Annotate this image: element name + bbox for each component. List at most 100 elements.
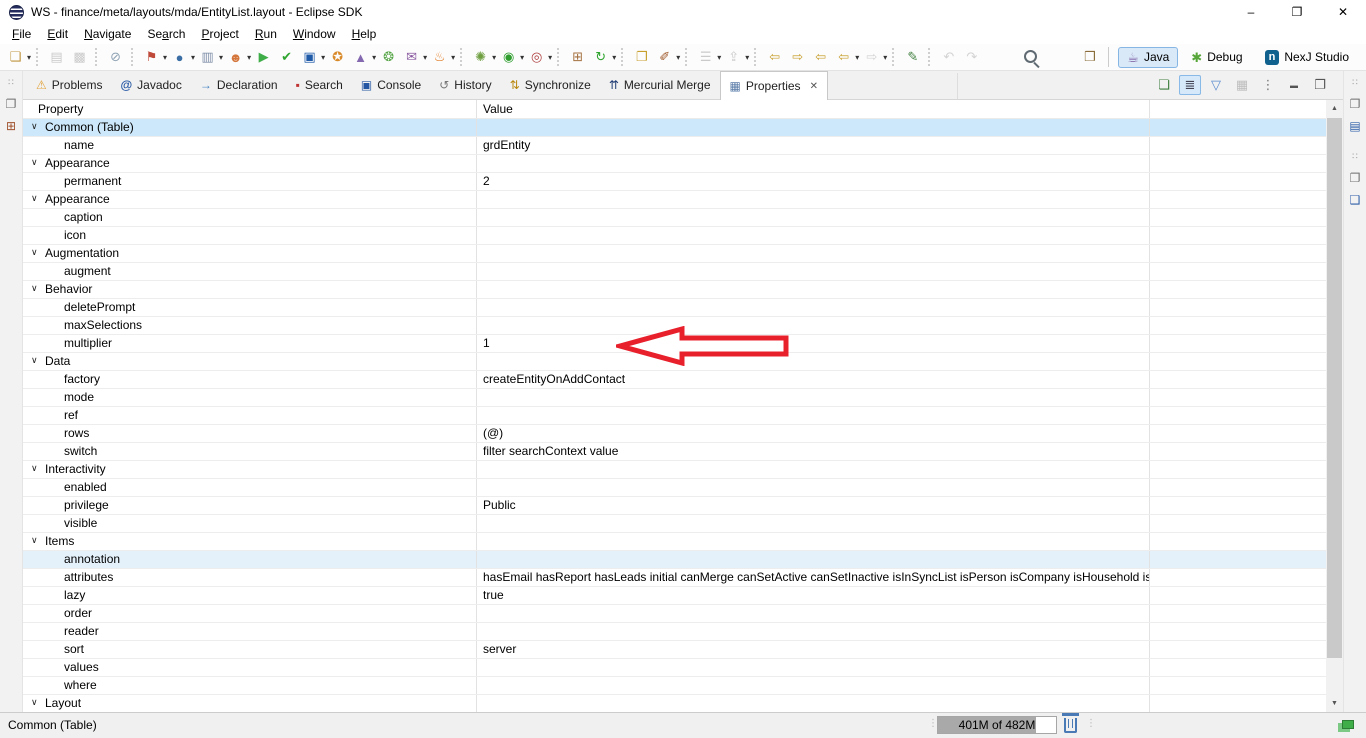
table-row[interactable]: reader: [23, 623, 1326, 641]
table-row[interactable]: augment: [23, 263, 1326, 281]
back-icon[interactable]: ⇦: [833, 47, 854, 68]
tree-mode-icon[interactable]: ≣: [1179, 75, 1201, 95]
drag-handle-icon[interactable]: ∷: [2, 73, 20, 91]
dropdown-arrow-icon[interactable]: ▾: [492, 53, 496, 62]
dropdown-arrow-icon[interactable]: ▾: [27, 53, 31, 62]
tab-close-icon[interactable]: ✕: [810, 81, 818, 92]
annotate-icon[interactable]: ✐: [654, 47, 675, 68]
chevron-expanded-icon[interactable]: [31, 155, 45, 171]
table-row[interactable]: icon: [23, 227, 1326, 245]
value-cell[interactable]: [477, 227, 1150, 244]
chevron-expanded-icon[interactable]: [31, 281, 45, 297]
value-cell[interactable]: true: [477, 587, 1150, 604]
menu-project[interactable]: Project: [193, 25, 246, 43]
table-row[interactable]: sort server: [23, 641, 1326, 659]
perspective-java[interactable]: ☕ Java: [1118, 47, 1178, 68]
chevron-expanded-icon[interactable]: [31, 119, 45, 135]
value-cell[interactable]: [477, 119, 1150, 136]
run-icon[interactable]: ▶: [253, 47, 274, 68]
value-cell[interactable]: [477, 677, 1150, 694]
table-row[interactable]: maxSelections: [23, 317, 1326, 335]
show-heap-status-icon[interactable]: [1342, 720, 1354, 729]
table-row[interactable]: Appearance: [23, 191, 1326, 209]
dropdown-arrow-icon[interactable]: ▾: [548, 53, 552, 62]
dropdown-arrow-icon[interactable]: ▾: [612, 53, 616, 62]
bug-icon[interactable]: ❂: [378, 47, 399, 68]
table-row[interactable]: caption: [23, 209, 1326, 227]
validate-icon[interactable]: ✔: [276, 47, 297, 68]
maximize-button[interactable]: ❐: [1274, 0, 1320, 24]
flame-run-icon[interactable]: ♨: [429, 47, 450, 68]
debug-icon[interactable]: ✺: [470, 47, 491, 68]
value-cell[interactable]: [477, 389, 1150, 406]
profile-icon[interactable]: ◎: [526, 47, 547, 68]
view-menu-icon[interactable]: ⋮: [1257, 75, 1279, 95]
tab-console[interactable]: ▣ Console: [352, 71, 430, 99]
value-cell[interactable]: [477, 281, 1150, 298]
value-cell[interactable]: 1: [477, 335, 1150, 352]
table-row[interactable]: privilege Public: [23, 497, 1326, 515]
dropdown-arrow-icon[interactable]: ▾: [520, 53, 524, 62]
value-cell[interactable]: server: [477, 641, 1150, 658]
open-element-icon[interactable]: ❐: [631, 47, 652, 68]
menu-window[interactable]: Window: [285, 25, 344, 43]
table-row[interactable]: deletePrompt: [23, 299, 1326, 317]
table-row[interactable]: permanent 2: [23, 173, 1326, 191]
filter-icon[interactable]: ▽: [1205, 75, 1227, 95]
table-row[interactable]: order: [23, 605, 1326, 623]
type-hierarchy-icon[interactable]: ⇪: [723, 47, 744, 68]
scroll-down-icon[interactable]: ▼: [1326, 695, 1343, 712]
menu-edit[interactable]: Edit: [39, 25, 76, 43]
dropdown-arrow-icon[interactable]: ▾: [219, 53, 223, 62]
refresh-icon[interactable]: ↻: [590, 47, 611, 68]
menu-help[interactable]: Help: [344, 25, 385, 43]
redo-icon[interactable]: ↷: [961, 47, 982, 68]
undo-icon[interactable]: ↶: [938, 47, 959, 68]
dropdown-arrow-icon[interactable]: ▾: [163, 53, 167, 62]
value-cell[interactable]: (@): [477, 425, 1150, 442]
launch-hierarchy-icon[interactable]: ⚑: [141, 47, 162, 68]
chevron-expanded-icon[interactable]: [31, 533, 45, 549]
value-cell[interactable]: grdEntity: [477, 137, 1150, 154]
dropdown-arrow-icon[interactable]: ▾: [745, 53, 749, 62]
open-perspective-icon[interactable]: ❒: [1079, 47, 1100, 68]
user-icon[interactable]: ☻: [225, 47, 246, 68]
value-cell[interactable]: [477, 299, 1150, 316]
tab-problems[interactable]: ⚠ Problems: [27, 71, 111, 99]
new-wizard-icon[interactable]: ❏: [5, 47, 26, 68]
column-header-value[interactable]: Value: [477, 100, 1150, 118]
value-cell[interactable]: [477, 551, 1150, 568]
tab-history[interactable]: ↺ History: [430, 71, 500, 99]
value-cell[interactable]: [477, 659, 1150, 676]
chevron-expanded-icon[interactable]: [31, 461, 45, 477]
table-row[interactable]: where: [23, 677, 1326, 695]
value-cell[interactable]: createEntityOnAddContact: [477, 371, 1150, 388]
tab-javadoc[interactable]: @ Javadoc: [111, 71, 190, 99]
value-cell[interactable]: [477, 263, 1150, 280]
security-check-icon[interactable]: ✪: [327, 47, 348, 68]
mail-icon[interactable]: ✉: [401, 47, 422, 68]
table-row[interactable]: Behavior: [23, 281, 1326, 299]
table-row[interactable]: lazy true: [23, 587, 1326, 605]
search-icon[interactable]: [1020, 47, 1041, 68]
value-cell[interactable]: [477, 479, 1150, 496]
restore-view-icon[interactable]: ❐: [1346, 95, 1364, 113]
dropdown-arrow-icon[interactable]: ▾: [321, 53, 325, 62]
value-cell[interactable]: [477, 245, 1150, 262]
restore-view-icon[interactable]: ❐: [1346, 169, 1364, 187]
menu-run[interactable]: Run: [247, 25, 285, 43]
tab-search[interactable]: ▪ Search: [287, 71, 352, 99]
menu-navigate[interactable]: Navigate: [76, 25, 139, 43]
dropdown-arrow-icon[interactable]: ▾: [676, 53, 680, 62]
model-icon[interactable]: ▲: [350, 47, 371, 68]
table-row[interactable]: attributes hasEmail hasReport hasLeads i…: [23, 569, 1326, 587]
table-row[interactable]: annotation: [23, 551, 1326, 569]
drag-handle-icon[interactable]: ∷: [1346, 73, 1364, 91]
dropdown-arrow-icon[interactable]: ▾: [191, 53, 195, 62]
vertical-scrollbar[interactable]: ▲ ▼: [1326, 100, 1343, 712]
forward-icon[interactable]: ⇨: [861, 47, 882, 68]
value-cell[interactable]: hasEmail hasReport hasLeads initial canM…: [477, 569, 1150, 586]
table-row[interactable]: enabled: [23, 479, 1326, 497]
table-row[interactable]: Appearance: [23, 155, 1326, 173]
next-annotation-icon[interactable]: ⇨: [787, 47, 808, 68]
